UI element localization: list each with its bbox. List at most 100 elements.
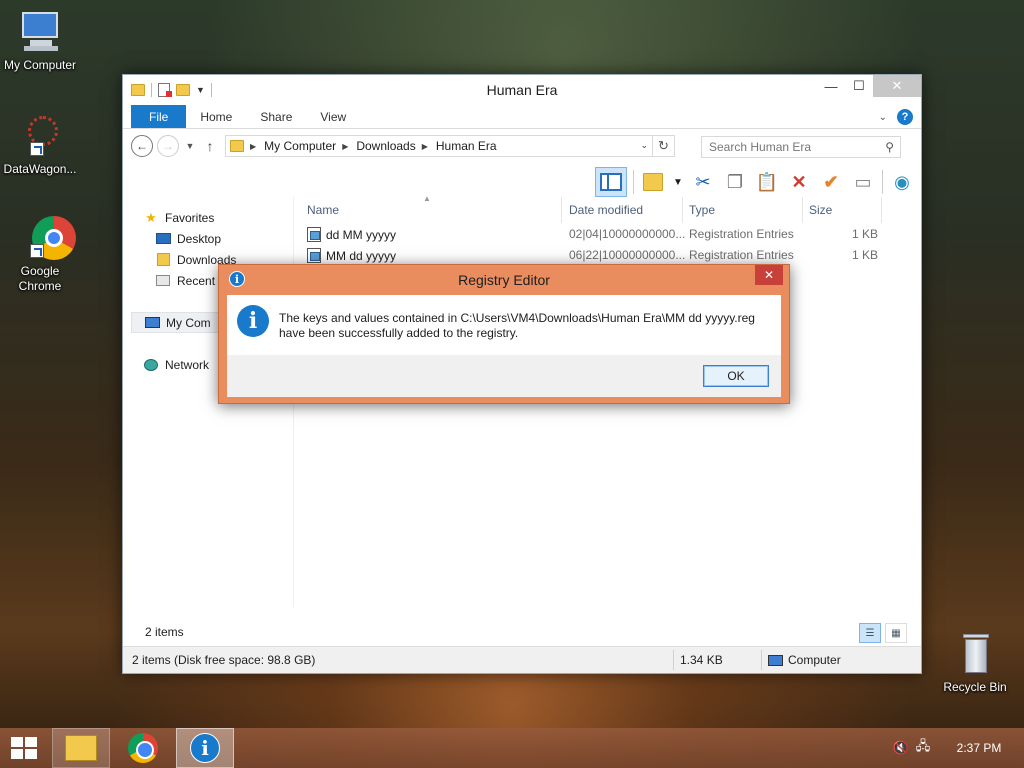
computer-icon bbox=[768, 654, 783, 666]
file-list: ▲ Name Date modified Type Size dd MM yyy… bbox=[299, 194, 907, 265]
status-bar: 2 items (Disk free space: 98.8 GB) 1.34 … bbox=[123, 646, 921, 673]
ribbon-tabs: File Home Share View ⌄ ? bbox=[123, 105, 921, 129]
dialog-message: The keys and values contained in C:\User… bbox=[279, 311, 755, 340]
column-name[interactable]: Name bbox=[307, 203, 339, 217]
nav-item-desktop[interactable]: Desktop bbox=[131, 228, 291, 249]
star-icon: ★ bbox=[145, 209, 157, 225]
rename-icon[interactable]: ▭ bbox=[850, 169, 876, 195]
status-size: 1.34 KB bbox=[680, 653, 723, 667]
tab-file[interactable]: File bbox=[131, 105, 187, 128]
desktop-icon-label: My Computer bbox=[3, 58, 77, 72]
computer-icon bbox=[16, 8, 64, 56]
dialog-titlebar[interactable]: i Registry Editor ✕ bbox=[219, 265, 789, 294]
forward-button[interactable]: → bbox=[157, 135, 179, 157]
desktop-icon-datawagon[interactable]: DataWagon... bbox=[0, 112, 80, 177]
close-button[interactable]: ✕ bbox=[873, 75, 921, 97]
dialog-footer: OK bbox=[227, 355, 781, 397]
computer-icon bbox=[144, 317, 160, 328]
command-toolbar: ▼ ✂ ❐ 📋 ✕ ✔ ▭ ◉ bbox=[595, 167, 915, 197]
tab-home[interactable]: Home bbox=[186, 105, 246, 128]
pane-icon bbox=[600, 173, 622, 191]
dialog-body: i The keys and values contained in C:\Us… bbox=[227, 295, 781, 355]
sort-ascending-icon: ▲ bbox=[423, 194, 431, 203]
tab-share[interactable]: Share bbox=[246, 105, 306, 128]
address-bar[interactable]: ▶ My Computer ▶ Downloads ▶ Human Era ⌄ … bbox=[225, 135, 675, 157]
taskbar: i 🔇 🖧 2:37 PM bbox=[0, 728, 1024, 768]
nav-item-favorites[interactable]: ★ Favorites bbox=[131, 207, 291, 228]
dialog-close-button[interactable]: ✕ bbox=[755, 265, 783, 285]
minimize-button[interactable]: — bbox=[817, 75, 845, 97]
taskbar-registry-editor[interactable]: i bbox=[176, 728, 234, 768]
checkmark-icon[interactable]: ✔ bbox=[818, 169, 844, 195]
downloads-folder-icon bbox=[156, 253, 170, 266]
desktop-icon-label: Recycle Bin bbox=[943, 680, 1007, 694]
system-tray: 🔇 🖧 2:37 PM bbox=[890, 728, 1024, 768]
tab-view[interactable]: View bbox=[306, 105, 360, 128]
preview-pane-button[interactable] bbox=[595, 167, 627, 197]
details-view-button[interactable]: ☰ bbox=[859, 623, 881, 643]
clock[interactable]: 2:37 PM bbox=[934, 741, 1024, 755]
chrome-icon bbox=[16, 214, 76, 262]
search-icon[interactable]: ⚲ bbox=[885, 140, 894, 154]
shortcut-arrow-icon bbox=[30, 244, 44, 258]
desktop-icon-label: Google Chrome bbox=[18, 264, 62, 293]
address-dropdown-icon[interactable]: ⌄ bbox=[640, 140, 648, 151]
table-row[interactable]: MM dd yyyyy 06|22|10000000000... Registr… bbox=[299, 244, 907, 265]
breadcrumb-separator-icon[interactable]: ▶ bbox=[342, 142, 348, 151]
dialog-title: Registry Editor bbox=[458, 272, 550, 288]
desktop-icon-google-chrome[interactable]: Google Chrome bbox=[0, 214, 80, 294]
recent-locations-chevron-icon[interactable]: ▼ bbox=[183, 141, 197, 151]
more-options-chevron-icon[interactable]: ▼ bbox=[672, 169, 684, 195]
search-placeholder: Search Human Era bbox=[709, 140, 812, 154]
ok-button[interactable]: OK bbox=[703, 365, 769, 387]
expand-ribbon-chevron-icon[interactable]: ⌄ bbox=[879, 112, 887, 123]
desktop-icon bbox=[155, 233, 171, 244]
recent-places-icon bbox=[156, 275, 170, 286]
maximize-button[interactable]: ☐ bbox=[845, 75, 873, 97]
desktop-icon-recycle-bin[interactable]: Recycle Bin bbox=[935, 630, 1015, 695]
delete-icon[interactable]: ✕ bbox=[786, 169, 812, 195]
desktop-icon-label: DataWagon... bbox=[3, 162, 77, 176]
help-icon[interactable]: ? bbox=[897, 109, 913, 125]
status-location: Computer bbox=[788, 653, 841, 667]
table-row[interactable]: dd MM yyyyy 02|04|10000000000... Registr… bbox=[299, 223, 907, 244]
search-input[interactable]: Search Human Era ⚲ bbox=[701, 136, 901, 158]
explorer-titlebar[interactable]: ▼ Human Era — ☐ ✕ bbox=[123, 75, 921, 105]
back-button[interactable]: ← bbox=[131, 135, 153, 157]
column-headers: ▲ Name Date modified Type Size bbox=[299, 194, 907, 223]
large-icons-view-button[interactable]: ▦ bbox=[885, 623, 907, 643]
registry-editor-dialog: i Registry Editor ✕ i The keys and value… bbox=[218, 264, 790, 404]
window-title: Human Era bbox=[486, 82, 558, 98]
folder-check-icon bbox=[643, 173, 663, 191]
desktop-icon-my-computer[interactable]: My Computer bbox=[0, 8, 80, 73]
breadcrumb-my-computer[interactable]: My Computer bbox=[264, 139, 336, 153]
column-type[interactable]: Type bbox=[689, 203, 715, 217]
breadcrumb-human-era[interactable]: Human Era bbox=[436, 139, 497, 153]
taskbar-chrome[interactable] bbox=[114, 728, 172, 768]
breadcrumb-downloads[interactable]: Downloads bbox=[356, 139, 415, 153]
info-icon: i bbox=[237, 305, 269, 337]
recycle-bin-icon bbox=[951, 630, 999, 678]
file-explorer-icon bbox=[65, 735, 97, 761]
folder-properties-button[interactable] bbox=[640, 169, 666, 195]
taskbar-file-explorer[interactable] bbox=[52, 728, 110, 768]
breadcrumb-separator-icon[interactable]: ▶ bbox=[422, 142, 428, 151]
paste-icon[interactable]: 📋 bbox=[754, 169, 780, 195]
column-date-modified[interactable]: Date modified bbox=[569, 203, 643, 217]
shell-icon[interactable]: ◉ bbox=[889, 169, 915, 195]
copy-icon[interactable]: ❐ bbox=[722, 169, 748, 195]
cut-icon[interactable]: ✂ bbox=[690, 169, 716, 195]
speaker-muted-icon[interactable]: 🔇 bbox=[890, 740, 912, 756]
up-button[interactable]: ↑ bbox=[201, 138, 219, 154]
breadcrumb-separator-icon[interactable]: ▶ bbox=[250, 142, 256, 151]
registry-file-icon bbox=[307, 227, 321, 242]
network-status-icon[interactable]: 🖧 bbox=[912, 737, 934, 759]
column-size[interactable]: Size bbox=[809, 203, 832, 217]
windows-logo-icon bbox=[11, 737, 37, 759]
datawagon-icon bbox=[16, 112, 64, 160]
window-controls: — ☐ ✕ bbox=[817, 75, 921, 97]
start-button[interactable] bbox=[0, 728, 48, 768]
refresh-button[interactable]: ↻ bbox=[652, 136, 674, 156]
network-icon bbox=[144, 358, 158, 371]
registry-file-icon bbox=[307, 248, 321, 263]
